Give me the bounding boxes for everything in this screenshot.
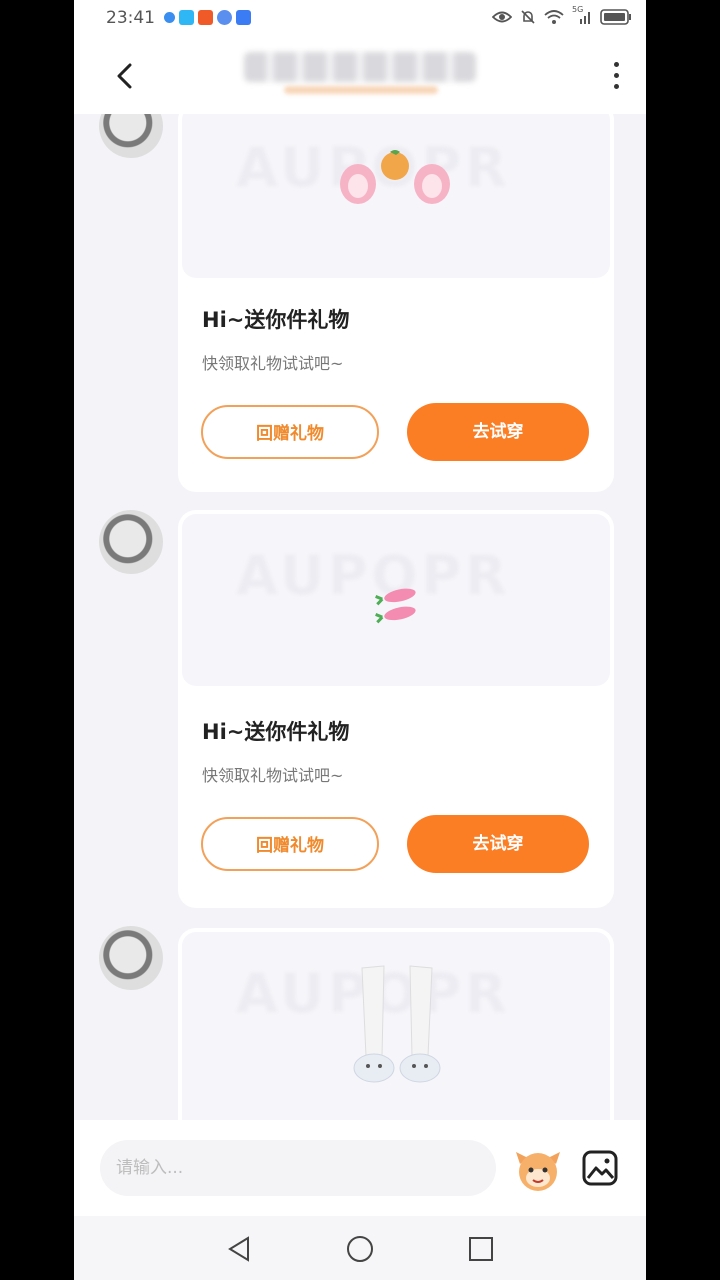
- message-input[interactable]: [100, 1140, 496, 1196]
- app-notification-icon: [179, 10, 194, 25]
- message-composer: [74, 1120, 646, 1216]
- gift-preview[interactable]: AUPOPR: [182, 514, 610, 686]
- leg-warmers-slippers-icon: [353, 965, 441, 1083]
- nav-back-icon[interactable]: [224, 1234, 254, 1264]
- try-on-button[interactable]: 去试穿: [407, 403, 589, 461]
- gift-card: AUPOPR Hi~送你件礼物 快领取礼物试试吧~ 回赠礼物 去试穿: [178, 510, 614, 908]
- app-notification-icon: [236, 10, 251, 25]
- card-title: Hi~送你件礼物: [202, 308, 350, 332]
- sender-avatar[interactable]: [99, 114, 163, 158]
- message-list[interactable]: AUPOPR Hi~送你件礼物 快领取礼物试试吧~ 回赠礼物 去试穿 AUPOP…: [74, 114, 646, 1120]
- status-bar: 23:41 5G: [74, 0, 646, 38]
- nav-home-icon[interactable]: [345, 1234, 375, 1264]
- try-on-button[interactable]: 去试穿: [407, 815, 589, 873]
- sender-avatar[interactable]: [99, 926, 163, 990]
- peach-ears-headband-icon: [340, 150, 450, 204]
- status-time: 23:41: [106, 8, 155, 28]
- carrot-hairclips-icon: [375, 588, 416, 624]
- system-nav-bar: [74, 1216, 646, 1280]
- sticker-mascot-icon[interactable]: [514, 1146, 562, 1192]
- phone-screen: 23:41 5G AUPOPR Hi~送你件礼物 快领取礼物试试吧~ 回赠礼物 …: [74, 0, 646, 1280]
- gift-card: AUPOPR: [178, 928, 614, 1120]
- gift-preview[interactable]: AUPOPR: [182, 932, 610, 1120]
- system-icons: 5G: [492, 5, 632, 25]
- notification-icons: [164, 10, 251, 25]
- battery-icon: [600, 9, 631, 25]
- gift-preview[interactable]: AUPOPR: [182, 114, 610, 278]
- app-notification-icon: [164, 12, 175, 23]
- eye-icon: [492, 11, 512, 23]
- cellular-signal-icon: 5G: [572, 5, 592, 25]
- sender-avatar[interactable]: [99, 510, 163, 574]
- card-title: Hi~送你件礼物: [202, 720, 350, 744]
- return-gift-button[interactable]: 回赠礼物: [201, 817, 379, 871]
- return-gift-button[interactable]: 回赠礼物: [201, 405, 379, 459]
- wifi-icon: [544, 10, 564, 24]
- app-notification-icon: [217, 10, 232, 25]
- nav-recents-icon[interactable]: [466, 1234, 496, 1264]
- app-notification-icon: [198, 10, 213, 25]
- mute-icon: [521, 10, 535, 24]
- contact-name-blurred: [244, 52, 476, 82]
- card-subtitle: 快领取礼物试试吧~: [202, 766, 344, 785]
- image-picker-icon[interactable]: [582, 1150, 618, 1186]
- more-options-icon[interactable]: [612, 62, 620, 92]
- back-arrow-icon[interactable]: [110, 60, 140, 92]
- contact-subtitle-blurred: [284, 86, 438, 94]
- gift-card: AUPOPR Hi~送你件礼物 快领取礼物试试吧~ 回赠礼物 去试穿: [178, 114, 614, 492]
- chat-header: [74, 38, 646, 114]
- card-subtitle: 快领取礼物试试吧~: [202, 354, 344, 373]
